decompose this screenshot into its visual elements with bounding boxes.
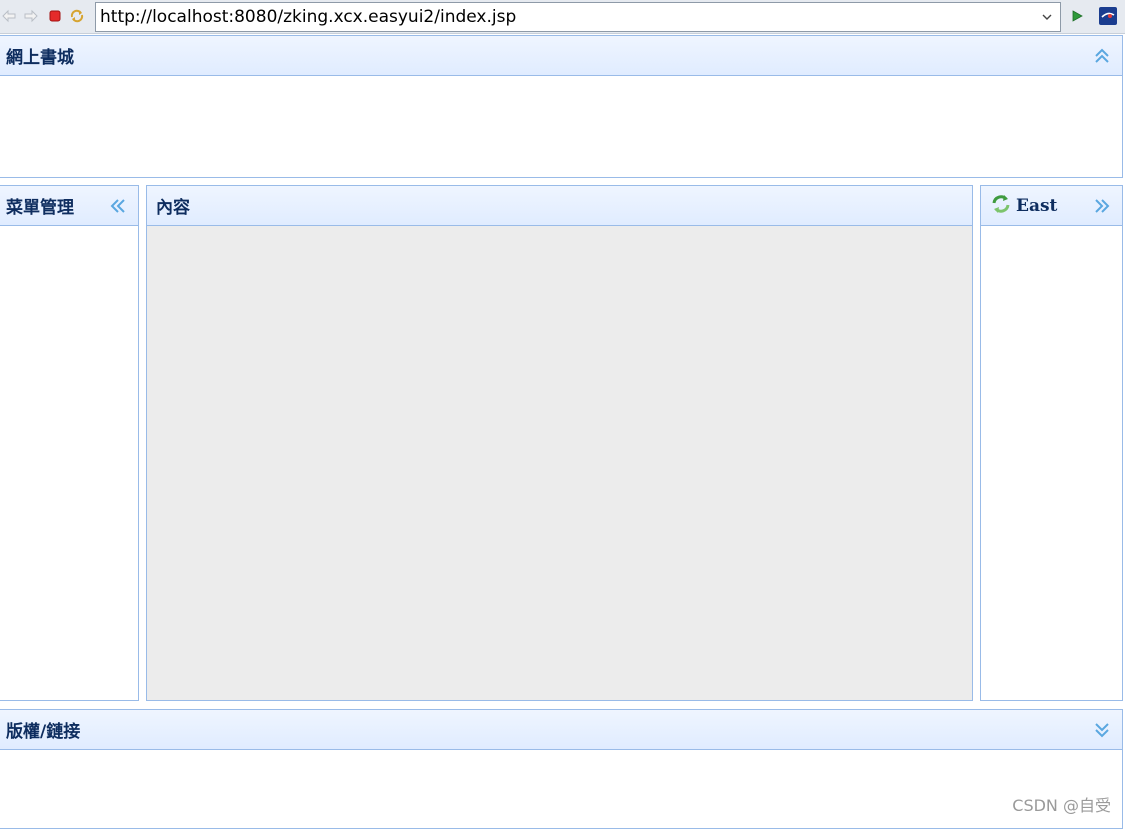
south-panel: 版權/鏈接 — [0, 709, 1123, 829]
refresh-cycle-icon — [990, 193, 1012, 219]
back-arrow-icon[interactable] — [1, 8, 17, 24]
address-url[interactable]: http://localhost:8080/zking.xcx.easyui2/… — [96, 7, 1034, 27]
center-panel: 內容 — [146, 185, 973, 701]
center-panel-body — [147, 226, 972, 700]
east-panel-header: East — [981, 186, 1122, 226]
go-play-icon[interactable] — [1069, 8, 1085, 24]
south-panel-title: 版權/鏈接 — [6, 722, 81, 742]
west-panel-body — [0, 226, 138, 700]
east-panel-title-wrap: East — [981, 193, 1057, 219]
west-panel-header: 菜單管理 — [0, 186, 138, 226]
collapse-left-icon[interactable] — [108, 196, 128, 216]
collapse-down-icon[interactable] — [1092, 720, 1112, 740]
north-panel-header: 網上書城 — [0, 36, 1122, 76]
east-panel: East — [980, 185, 1123, 701]
collapse-right-icon[interactable] — [1092, 196, 1112, 216]
north-panel-title: 網上書城 — [6, 48, 74, 68]
address-bar[interactable]: http://localhost:8080/zking.xcx.easyui2/… — [95, 2, 1061, 32]
center-panel-title: 內容 — [156, 198, 190, 218]
east-panel-body — [981, 226, 1122, 700]
east-panel-title: East — [1016, 195, 1058, 216]
west-panel-title: 菜單管理 — [6, 198, 74, 218]
south-panel-body — [0, 750, 1122, 828]
browser-toolbar: http://localhost:8080/zking.xcx.easyui2/… — [0, 0, 1125, 34]
dropdown-chevron-icon[interactable] — [1034, 3, 1060, 31]
center-panel-header: 內容 — [147, 186, 972, 226]
north-panel-body — [0, 76, 1122, 177]
south-panel-header: 版權/鏈接 — [0, 710, 1122, 750]
browser-logo-icon[interactable] — [1098, 6, 1118, 26]
west-panel: 菜單管理 — [0, 185, 139, 701]
stop-icon[interactable] — [47, 8, 63, 24]
north-panel: 網上書城 — [0, 35, 1123, 178]
forward-arrow-icon[interactable] — [23, 8, 39, 24]
refresh-icon[interactable] — [69, 8, 85, 24]
collapse-up-icon[interactable] — [1092, 46, 1112, 66]
watermark-text: CSDN @自受 — [1012, 796, 1111, 815]
